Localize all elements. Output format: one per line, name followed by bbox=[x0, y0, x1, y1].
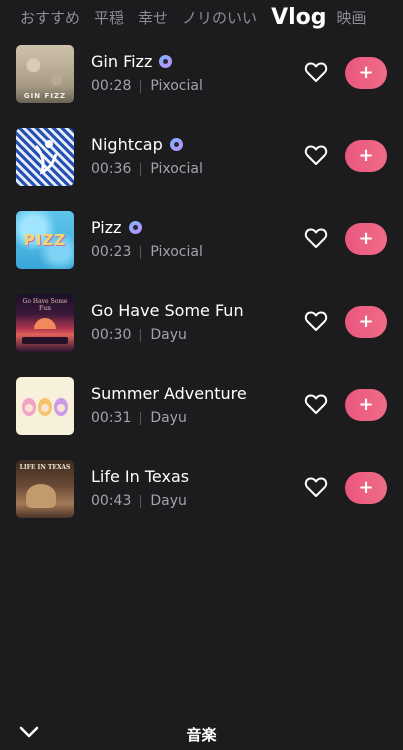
track-row[interactable]: GIN FIZZ Gin Fizz 00:28 Pixocial + bbox=[0, 43, 403, 126]
tab-norinoii[interactable]: ノリのいい bbox=[182, 7, 257, 28]
go-have-some-fun-cover: Go Have Some Fun bbox=[16, 294, 74, 352]
life-in-texas-cover: LIFE IN TEXAS bbox=[16, 460, 74, 518]
separator bbox=[140, 162, 142, 176]
verified-icon bbox=[159, 55, 173, 68]
heart-icon[interactable] bbox=[304, 476, 328, 498]
track-duration: 00:30 bbox=[91, 327, 132, 343]
track-artist: Dayu bbox=[150, 327, 187, 343]
guitar-icon bbox=[26, 484, 56, 508]
track-row[interactable]: PIZZ Pizz 00:23 Pixocial + bbox=[0, 209, 403, 292]
track-row[interactable]: Go Have Some Fun Go Have Some Fun 00:30 … bbox=[0, 292, 403, 375]
separator bbox=[140, 79, 142, 93]
nightcap-figure-icon bbox=[34, 140, 58, 175]
track-title: Life In Texas bbox=[91, 467, 190, 486]
category-tabs: おすすめ 平穏 幸せ ノリのいい Vlog 映画 bbox=[0, 0, 403, 34]
add-button[interactable]: + bbox=[345, 57, 387, 89]
sunset-icon bbox=[34, 318, 56, 329]
track-artist: Dayu bbox=[150, 410, 187, 426]
pizz-cover: PIZZ bbox=[16, 211, 74, 269]
track-row[interactable]: Summer Adventure 00:31 Dayu + bbox=[0, 375, 403, 458]
track-row[interactable]: Nightcap 00:36 Pixocial + bbox=[0, 126, 403, 209]
add-button[interactable]: + bbox=[345, 223, 387, 255]
separator bbox=[140, 328, 142, 342]
verified-icon bbox=[169, 138, 183, 151]
tab-heion[interactable]: 平穏 bbox=[94, 7, 124, 28]
add-button[interactable]: + bbox=[345, 306, 387, 338]
heart-icon[interactable] bbox=[304, 227, 328, 249]
cover-text: Go Have Some Fun bbox=[22, 298, 68, 312]
bottom-bar: 音楽 bbox=[0, 718, 403, 750]
gin-fizz-cover-lettering: GIN FIZZ bbox=[23, 92, 67, 100]
track-title: Gin Fizz bbox=[91, 52, 153, 71]
track-duration: 00:23 bbox=[91, 244, 132, 260]
separator bbox=[140, 494, 142, 508]
track-duration: 00:43 bbox=[91, 493, 132, 509]
heart-icon[interactable] bbox=[304, 393, 328, 415]
track-artist: Pixocial bbox=[150, 161, 203, 177]
track-artist: Pixocial bbox=[150, 244, 203, 260]
track-title: Pizz bbox=[91, 218, 122, 237]
track-title: Go Have Some Fun bbox=[91, 301, 244, 320]
car-icon bbox=[22, 337, 68, 344]
track-duration: 00:28 bbox=[91, 78, 132, 94]
tab-osusume[interactable]: おすすめ bbox=[20, 7, 80, 28]
nightcap-cover bbox=[16, 128, 74, 186]
tab-vlog[interactable]: Vlog bbox=[271, 5, 326, 30]
add-button[interactable]: + bbox=[345, 472, 387, 504]
track-row[interactable]: LIFE IN TEXAS Life In Texas 00:43 Dayu + bbox=[0, 458, 403, 541]
panel-title: 音楽 bbox=[186, 726, 217, 744]
track-artist: Dayu bbox=[150, 493, 187, 509]
cover-text: LIFE IN TEXAS bbox=[19, 464, 71, 471]
track-title: Nightcap bbox=[91, 135, 163, 154]
gin-fizz-cover: GIN FIZZ bbox=[16, 45, 74, 103]
tab-eiga[interactable]: 映画 bbox=[337, 7, 367, 28]
track-duration: 00:31 bbox=[91, 410, 132, 426]
add-button[interactable]: + bbox=[345, 140, 387, 172]
track-duration: 00:36 bbox=[91, 161, 132, 177]
track-list: GIN FIZZ Gin Fizz 00:28 Pixocial + Night… bbox=[0, 43, 403, 541]
heart-icon[interactable] bbox=[304, 144, 328, 166]
tab-shiawase[interactable]: 幸せ bbox=[138, 7, 168, 28]
separator bbox=[140, 245, 142, 259]
heart-icon[interactable] bbox=[304, 61, 328, 83]
separator bbox=[140, 411, 142, 425]
verified-icon bbox=[128, 221, 142, 234]
summer-adventure-cover bbox=[16, 377, 74, 435]
track-title: Summer Adventure bbox=[91, 384, 247, 403]
three-girls-icon bbox=[22, 398, 68, 416]
heart-icon[interactable] bbox=[304, 310, 328, 332]
add-button[interactable]: + bbox=[345, 389, 387, 421]
pizz-cover-lettering: PIZZ bbox=[23, 231, 67, 249]
track-artist: Pixocial bbox=[150, 78, 203, 94]
